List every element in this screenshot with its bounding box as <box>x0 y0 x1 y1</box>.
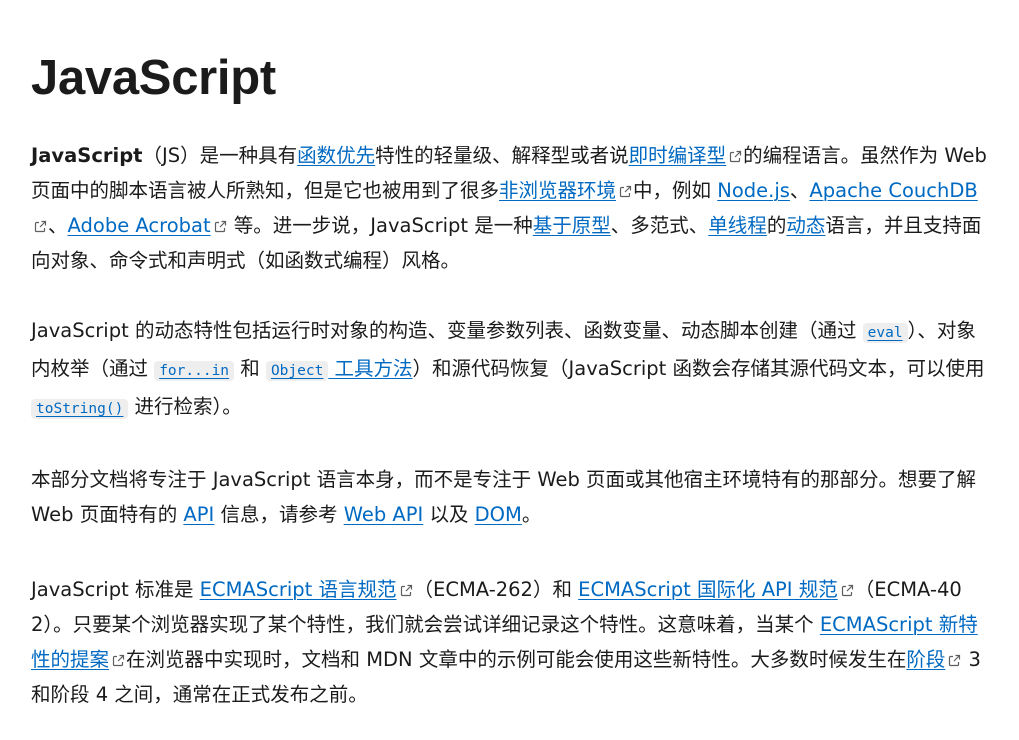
text: 、 <box>48 214 68 237</box>
link-stage[interactable]: 阶段 <box>906 648 945 671</box>
text: 进行检索）。 <box>128 395 242 418</box>
link-ecmascript-spec[interactable]: ECMAScript 语言规范 <box>200 578 397 601</box>
scope-paragraph: 本部分文档将专注于 JavaScript 语言本身，而不是专注于 Web 页面或… <box>31 462 989 532</box>
link-single-threaded[interactable]: 单线程 <box>708 214 767 237</box>
link-apache-couchdb[interactable]: Apache CouchDB <box>809 179 977 202</box>
text: JavaScript 的动态特性包括运行时对象的构造、变量参数列表、函数变量、动… <box>31 319 863 342</box>
text: 。 <box>521 503 542 526</box>
page-title: JavaScript <box>31 51 276 105</box>
external-link-icon <box>112 654 125 667</box>
link-api[interactable]: API <box>183 503 214 526</box>
text: （ECMA-262）和 <box>413 578 579 601</box>
link-for-in[interactable]: for...in <box>154 357 235 381</box>
text: JavaScript 标准是 <box>31 578 200 601</box>
link-eval[interactable]: eval <box>862 319 908 343</box>
link-ecmascript-intl-spec[interactable]: ECMAScript 国际化 API 规范 <box>578 578 838 601</box>
code-tostring: toString() <box>31 399 129 419</box>
link-non-browser-env[interactable]: 非浏览器环境 <box>499 179 616 202</box>
text: 特性的轻量级、解释型或者说 <box>375 144 629 167</box>
link-object[interactable]: Object <box>265 357 329 381</box>
text: 和 <box>234 357 266 380</box>
dynamic-features-paragraph: JavaScript 的动态特性包括运行时对象的构造、变量参数列表、函数变量、动… <box>31 313 989 427</box>
text: 、多范式、 <box>610 214 709 237</box>
code-for-in: for...in <box>154 361 235 381</box>
link-prototype-based[interactable]: 基于原型 <box>533 214 611 237</box>
code-object: Object <box>265 361 329 381</box>
text: 、 <box>789 179 810 202</box>
external-link-icon <box>400 584 413 597</box>
text: （JS）是一种具有 <box>142 144 298 167</box>
text: 等。进一步说，JavaScript 是一种 <box>227 214 533 237</box>
text: 在浏览器中实现时，文档和 MDN 文章中的示例可能会使用这些新特性。大多数时候发… <box>126 648 907 671</box>
external-link-icon <box>948 654 961 667</box>
text: ）和源代码恢复（JavaScript 函数会存储其源代码文本，可以使用 <box>412 357 985 380</box>
text: 信息，请参考 <box>214 503 344 526</box>
link-tostring[interactable]: toString() <box>31 395 129 419</box>
text: 的 <box>766 214 787 237</box>
link-web-api[interactable]: Web API <box>344 503 424 526</box>
link-dom[interactable]: DOM <box>475 503 522 526</box>
link-first-class-function[interactable]: 函数优先 <box>297 144 375 167</box>
intro-paragraph: JavaScript（JS）是一种具有函数优先特性的轻量级、解释型或者说即时编译… <box>31 138 989 278</box>
external-link-icon <box>214 220 227 233</box>
external-link-icon <box>619 185 632 198</box>
text: 以及 <box>423 503 475 526</box>
js-term: JavaScript <box>31 144 143 167</box>
standards-paragraph: JavaScript 标准是 ECMAScript 语言规范 （ECMA-262）… <box>31 572 989 712</box>
external-link-icon <box>729 150 742 163</box>
external-link-icon <box>841 584 854 597</box>
link-jit[interactable]: 即时编译型 <box>629 144 727 167</box>
text: 中，例如 <box>633 179 718 202</box>
link-adobe-acrobat[interactable]: Adobe Acrobat <box>68 214 211 237</box>
link-dynamic[interactable]: 动态 <box>786 214 825 237</box>
article: JavaScript JavaScript（JS）是一种具有函数优先特性的轻量级… <box>0 0 1019 740</box>
external-link-icon <box>34 220 47 233</box>
link-nodejs[interactable]: Node.js <box>717 179 790 202</box>
link-utility-methods[interactable]: 工具方法 <box>328 357 413 380</box>
code-eval: eval <box>862 323 908 343</box>
